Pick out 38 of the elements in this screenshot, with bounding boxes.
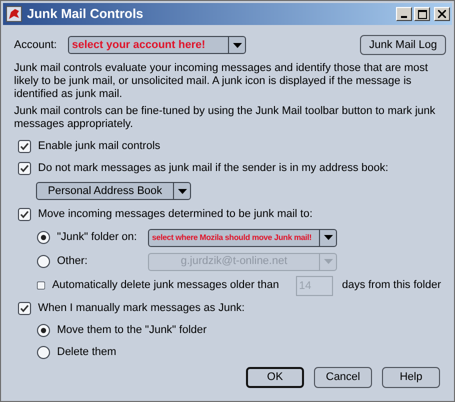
days-label: days from this folder (342, 278, 441, 294)
close-icon (438, 10, 446, 18)
maximize-icon (418, 10, 426, 18)
account-label: Account: (14, 38, 58, 53)
radio-label: Other: (57, 254, 89, 270)
checkbox-label: Automatically delete junk messages older than (52, 278, 279, 294)
dropdown-arrow-icon (178, 188, 186, 194)
description-text: Junk mail controls evaluate your incoming messages and identify those that are most likely to be junk mail, or unsolicited mail. A junk icon is displayed if the message is identified as junk mail. (14, 62, 429, 101)
checkbox-label: Do not mark messages as junk mail if the sender is in my address book: (38, 160, 388, 176)
dropdown-arrow-icon (324, 259, 332, 264)
window-title: Junk Mail Controls (27, 5, 144, 24)
checkbox-label: When I manually mark messages as Junk: (38, 300, 245, 316)
checkbox-label: Move incoming messages determined to be junk mail to: (38, 207, 313, 222)
checkbox[interactable] (18, 162, 31, 174)
minimize-button[interactable] (396, 7, 412, 21)
checkbox[interactable] (18, 302, 31, 314)
radio-label: "Junk" folder on: (57, 230, 138, 246)
radio-label: Delete them (57, 344, 116, 360)
radio-button[interactable] (37, 231, 50, 244)
radio-button[interactable] (37, 255, 50, 268)
checkbox-label: Enable junk mail controls (38, 138, 160, 154)
close-button[interactable] (434, 7, 450, 21)
checkbox[interactable] (18, 208, 31, 221)
description-text: Junk mail controls can be fine-tuned by using the Junk Mail toolbar button to mark junk messages appropriately. (14, 105, 436, 131)
app-icon (6, 6, 22, 22)
dropdown-arrow-icon (232, 42, 242, 48)
checkbox[interactable] (18, 140, 31, 152)
junk-mail-log-button[interactable]: Junk Mail Log (360, 35, 446, 55)
dropdown-arrow-icon (324, 235, 332, 240)
checkbox[interactable] (37, 279, 46, 292)
radio-label: Move them to the "Junk" folder (57, 322, 207, 338)
dialog-button[interactable]: OK (246, 367, 304, 388)
dialog-button[interactable]: Cancel (314, 367, 372, 388)
dialog-button[interactable]: Help (382, 367, 440, 388)
address-book-dropdown[interactable]: Personal Address Book (36, 182, 191, 200)
radio-button[interactable] (37, 324, 50, 336)
radio-button[interactable] (37, 346, 50, 358)
maximize-button[interactable] (414, 7, 430, 21)
